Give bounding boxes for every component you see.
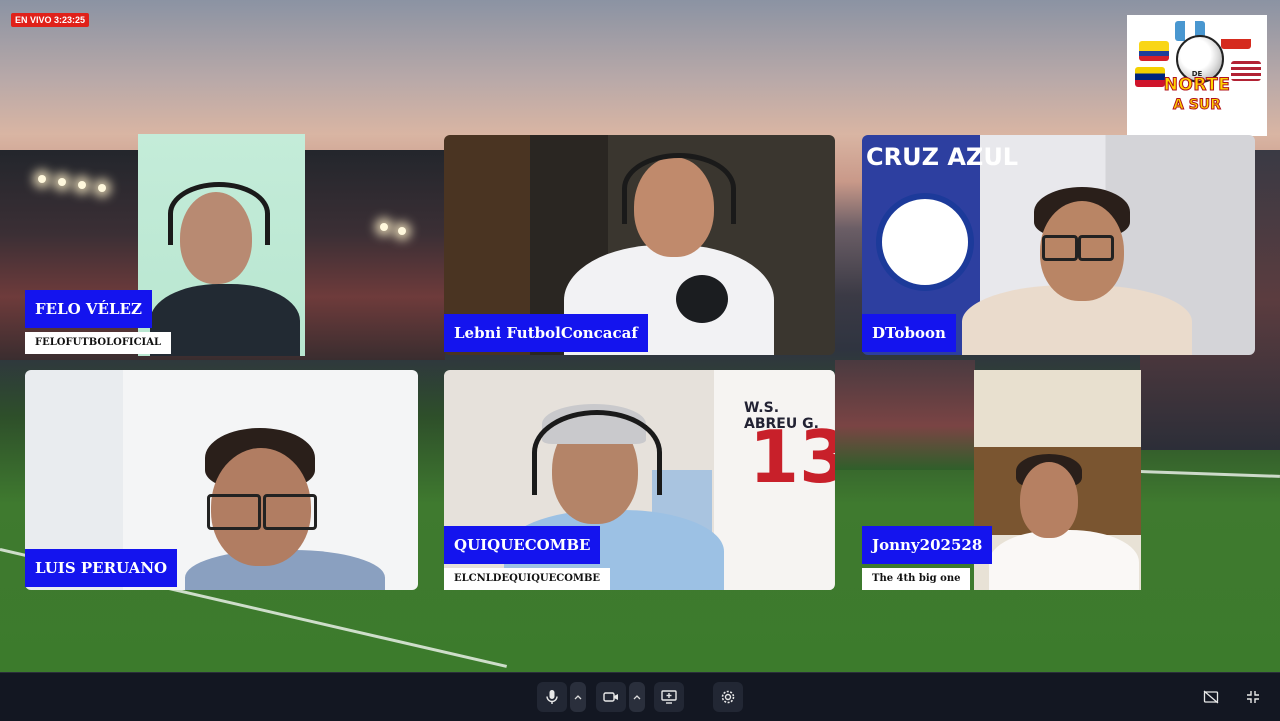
floodlight xyxy=(38,175,46,183)
hide-self-view-icon xyxy=(1203,690,1219,704)
glasses-icon xyxy=(1042,235,1078,261)
chile-flag-icon xyxy=(1221,29,1251,49)
channel-logo: DE NORTE A SUR xyxy=(1127,15,1267,136)
cruz-azul-banner: CRUZ AZUL xyxy=(866,143,1019,171)
call-toolbar xyxy=(0,672,1280,721)
exit-fullscreen-button[interactable] xyxy=(1238,682,1268,712)
glasses-icon xyxy=(1078,235,1114,261)
colombia-flag-icon xyxy=(1139,41,1169,61)
settings-icon xyxy=(721,690,735,704)
chevron-up-icon xyxy=(633,695,641,700)
name-label-quiquecombe: QUIQUECOMBE xyxy=(444,526,601,564)
microphone-icon xyxy=(676,275,728,323)
video-tile-felo-velez[interactable] xyxy=(138,134,305,356)
pitch-line xyxy=(1139,470,1280,478)
name-label-felo-velez: FELO VÉLEZ xyxy=(25,290,152,328)
glasses-icon xyxy=(207,494,261,530)
person-torso xyxy=(150,284,300,356)
logo-text-norte: NORTE xyxy=(1163,75,1231,96)
camera-icon xyxy=(603,692,618,702)
video-tile-jonny[interactable] xyxy=(974,370,1141,590)
logo-text-a-sur: A SUR xyxy=(1173,97,1222,114)
floodlight xyxy=(380,223,388,231)
live-badge: EN VIVO 3:23:25 xyxy=(11,13,90,27)
subtitle-label-jonny: The 4th big one xyxy=(862,568,971,590)
camera-options-button[interactable] xyxy=(629,682,645,712)
subtitle-label-felo-velez: FELOFUTBOLOFICIAL xyxy=(25,332,172,354)
headset-icon xyxy=(168,182,270,245)
stadium-stand-middle xyxy=(835,360,975,470)
floodlight xyxy=(98,184,106,192)
share-screen-button[interactable] xyxy=(654,682,684,712)
floodlight xyxy=(398,227,406,235)
floodlight xyxy=(58,178,66,186)
microphone-button[interactable] xyxy=(537,682,567,712)
floodlight xyxy=(78,181,86,189)
exit-fullscreen-icon xyxy=(1247,691,1259,703)
headset-icon xyxy=(532,410,662,495)
settings-button[interactable] xyxy=(713,682,743,712)
name-label-dtoboon: DToboon xyxy=(862,314,956,352)
glasses-icon xyxy=(263,494,317,530)
microphone-icon xyxy=(546,690,558,704)
microphone-options-button[interactable] xyxy=(570,682,586,712)
chevron-up-icon xyxy=(574,695,582,700)
name-label-jonny: Jonny202528 xyxy=(862,526,993,564)
share-screen-icon xyxy=(661,690,677,704)
hide-self-view-button[interactable] xyxy=(1196,682,1226,712)
person-torso xyxy=(989,530,1139,590)
person-head xyxy=(1020,462,1078,538)
headset-icon xyxy=(622,153,736,224)
subtitle-label-quiquecombe: ELCNLDEQUIQUECOMBE xyxy=(444,568,611,590)
name-label-luis-peruano: LUIS PERUANO xyxy=(25,549,178,587)
jersey-number: 13 xyxy=(749,415,835,499)
name-label-lebni: Lebni FutbolConcacaf xyxy=(444,314,648,352)
camera-button[interactable] xyxy=(596,682,626,712)
cruz-azul-crest-icon xyxy=(876,193,974,291)
